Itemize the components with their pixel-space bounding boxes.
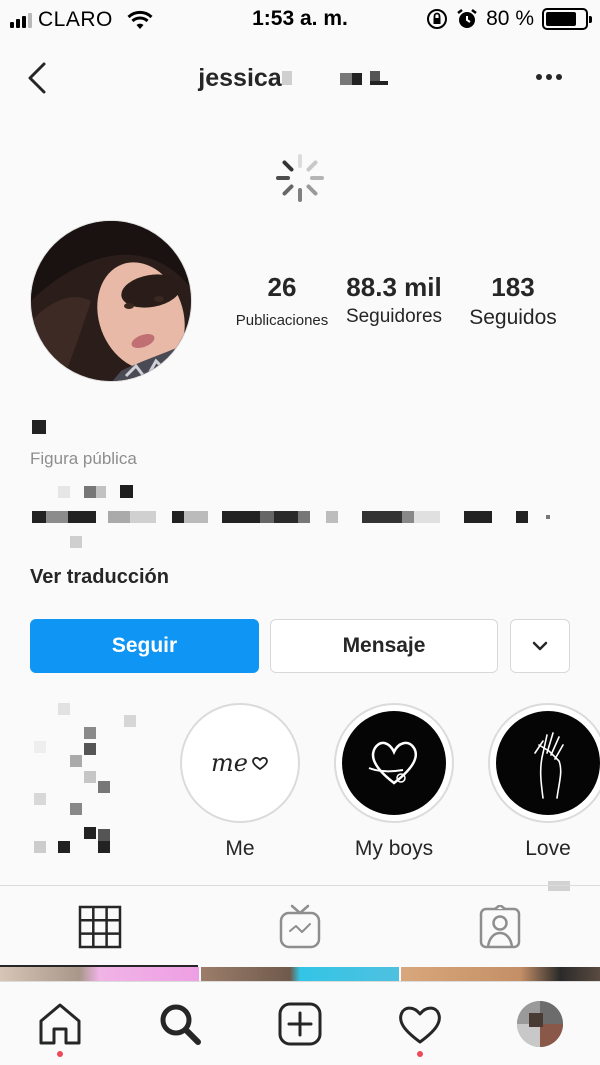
following-label: Seguidos	[469, 306, 557, 329]
highlight-me-cover-text: me	[211, 749, 248, 777]
home-notification-dot	[57, 1051, 63, 1057]
profile-avatar[interactable]	[30, 220, 192, 382]
status-bar: CLARO 1:53 a. m. 80 %	[0, 0, 600, 40]
hands-icon	[534, 732, 564, 799]
suggested-accounts-button[interactable]	[510, 619, 570, 673]
highlight-me-ring: me	[180, 703, 300, 823]
heart-scribble-icon	[368, 741, 418, 785]
igtv-icon	[279, 904, 321, 949]
loading-spinner-icon	[276, 154, 324, 202]
posts-count: 26	[267, 272, 297, 302]
follow-button[interactable]: Seguir	[30, 619, 259, 673]
post-thumbnail[interactable]	[0, 967, 199, 981]
highlight-redacted-cover	[30, 703, 140, 853]
more-options-icon[interactable]	[534, 62, 564, 92]
posts-label: Publicaciones	[235, 312, 329, 329]
followers-count: 88.3 mil	[346, 272, 442, 302]
grid-icon	[78, 905, 122, 949]
highlight-redacted[interactable]	[30, 703, 150, 853]
avatar-photo	[31, 221, 191, 381]
nav-search[interactable]	[120, 982, 240, 1065]
profile-tabs	[0, 886, 600, 968]
post-thumbnail[interactable]	[401, 967, 600, 981]
message-button[interactable]: Mensaje	[270, 619, 498, 673]
nav-profile[interactable]	[480, 982, 600, 1065]
nav-new-post[interactable]	[240, 982, 360, 1065]
highlight-me-cover: me	[188, 711, 292, 815]
highlight-my-boys-label: My boys	[354, 837, 434, 860]
tagged-icon	[479, 905, 521, 949]
heart-icon	[399, 1006, 441, 1043]
profile-avatar-thumb	[517, 1000, 563, 1047]
profile-actions: Seguir Mensaje	[30, 619, 570, 673]
username-text: jessica	[198, 64, 282, 92]
story-highlights: me Me My boys Love	[0, 703, 600, 891]
see-translation-link[interactable]: Ver traducción	[30, 566, 169, 589]
status-right: 80 %	[426, 7, 592, 31]
plus-square-icon	[278, 1002, 322, 1045]
highlight-love-cover	[496, 711, 600, 815]
nav-activity[interactable]	[360, 982, 480, 1065]
tab-grid[interactable]	[0, 886, 200, 968]
alarm-icon	[457, 9, 477, 28]
battery-percent: 80 %	[486, 7, 534, 30]
highlight-me-label: Me	[225, 837, 255, 860]
activity-notification-dot	[417, 1051, 423, 1057]
heart-outline-icon	[252, 756, 268, 771]
chevron-down-icon	[532, 641, 548, 651]
nav-home[interactable]	[0, 982, 120, 1065]
followers-label: Seguidores	[345, 306, 443, 327]
stat-posts[interactable]: 26 Publicaciones	[226, 272, 338, 330]
header-username: jessica	[0, 64, 600, 93]
battery-fill	[546, 12, 577, 26]
search-icon	[160, 1004, 201, 1045]
highlight-love-label: Love	[525, 837, 571, 860]
home-icon	[39, 1003, 81, 1044]
highlight-love[interactable]: Love	[488, 703, 600, 861]
posts-grid-preview	[0, 967, 600, 981]
profile-stats: 26 Publicaciones 88.3 mil Seguidores 183…	[226, 272, 576, 330]
profile-header: jessica	[0, 50, 600, 106]
highlight-my-boys-ring	[334, 703, 454, 823]
bottom-navigation	[0, 981, 600, 1065]
highlight-me[interactable]: me Me	[180, 703, 300, 861]
battery-icon	[542, 8, 592, 30]
post-thumbnail[interactable]	[200, 967, 400, 981]
profile-category: Figura pública	[30, 449, 137, 468]
tab-tagged[interactable]	[400, 886, 600, 968]
rotation-lock-icon	[427, 9, 448, 29]
highlight-my-boys-cover	[342, 711, 446, 815]
tab-igtv[interactable]	[200, 886, 400, 968]
highlight-love-ring	[488, 703, 600, 823]
stat-followers[interactable]: 88.3 mil Seguidores	[338, 272, 450, 330]
following-count: 183	[491, 272, 535, 302]
highlight-my-boys[interactable]: My boys	[334, 703, 454, 861]
username-redaction	[281, 69, 402, 89]
stat-following[interactable]: 183 Seguidos	[450, 272, 576, 330]
bio-name-redacted	[32, 420, 46, 434]
